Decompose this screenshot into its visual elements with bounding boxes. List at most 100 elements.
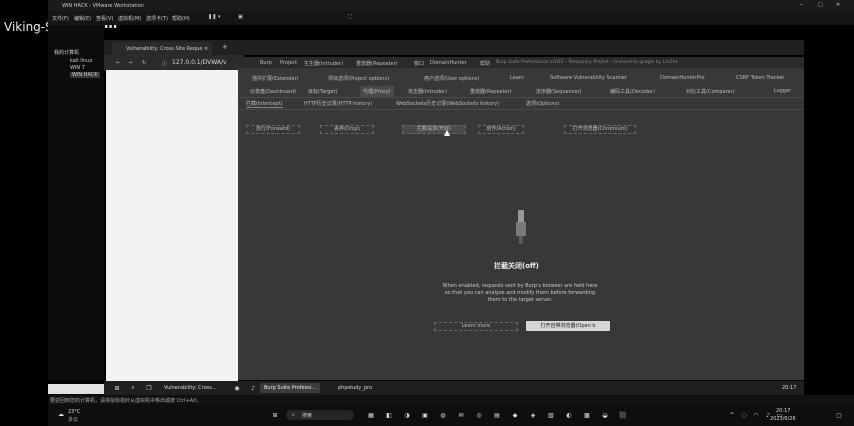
close-icon[interactable]: ✕	[836, 2, 840, 8]
pinned-app-icon-5[interactable]: ◍	[438, 410, 448, 420]
library-kali[interactable]: kali linux	[70, 58, 92, 64]
task-view-icon[interactable]: ❐	[144, 383, 154, 393]
drop-button[interactable]: 丢弃(Drop)	[320, 125, 374, 134]
library-win7[interactable]: WIN 7	[70, 65, 85, 71]
subtab-http-history[interactable]: HTTP历史记录(HTTP history)	[304, 100, 372, 107]
menu-item-edit[interactable]: 编辑(E)	[74, 15, 91, 22]
tab-dashboard[interactable]: 仪表盘(Dashboard)	[250, 88, 296, 95]
burp-menu-burp[interactable]: Burp	[260, 60, 272, 66]
pinned-app-icon-11[interactable]: ▧	[546, 410, 556, 420]
browser-tab-title: Vulnerability: Cross Site Reque	[126, 46, 203, 52]
learn-more-button[interactable]: Learn more	[434, 322, 518, 331]
pinned-app-icon-7[interactable]: ◎	[474, 410, 484, 420]
pinned-app-icon-3[interactable]: ◑	[402, 410, 412, 420]
tray-icon-2[interactable]: ◌	[740, 410, 748, 420]
intercept-toggle-button[interactable]: 拦截请求(开启)	[402, 125, 466, 134]
chrome-icon[interactable]: ◉	[232, 383, 242, 393]
tray-icon-1[interactable]: ^	[728, 410, 736, 420]
maximize-icon[interactable]: □	[818, 2, 823, 8]
windows-start-icon[interactable]: ⊞	[112, 383, 122, 393]
intercept-off-illustration	[514, 210, 528, 244]
reload-icon[interactable]: ↻	[142, 60, 146, 66]
tab-domainhunterpro[interactable]: DomainHunterPro	[660, 75, 705, 81]
subtab-websockets-history[interactable]: WebSockets历史记录(WebSockets history)	[396, 100, 499, 107]
forward-button[interactable]: 放行(Forward)	[246, 125, 300, 134]
tab-vuln-scanner[interactable]: Software Vulnerability Scanner	[550, 75, 627, 81]
burp-menu-intruder[interactable]: 生生器(Intruder)	[304, 60, 343, 67]
tab-intruder[interactable]: 攻击器(Intruder)	[408, 88, 447, 95]
open-browser-button[interactable]: 打开浏览器(Chromium)	[564, 125, 636, 134]
pinned-app-icon-8[interactable]: ▤	[492, 410, 502, 420]
pinned-app-icon-1[interactable]: ▦	[366, 410, 376, 420]
pinned-app-icon-4[interactable]: ▣	[420, 410, 430, 420]
intercept-desc-line3: them to the target server.	[487, 297, 553, 303]
intercept-desc-line1: When enabled, requests sent by Burp's br…	[442, 283, 598, 289]
pinned-app-icon-12[interactable]: ◐	[564, 410, 574, 420]
tab-repeater[interactable]: 重放器(Repeater)	[470, 88, 512, 95]
tab-csrf-token-tracker[interactable]: CSRF Token Tracker	[736, 75, 784, 81]
search-icon[interactable]: ⌕	[128, 383, 138, 393]
tab-decoder[interactable]: 编码工具(Decoder)	[610, 88, 655, 95]
tab-close-icon[interactable]: ✕	[204, 46, 208, 52]
intercept-status-title: 拦截关闭(off)	[494, 262, 539, 270]
burp-menu-repeater[interactable]: 重放器(Repeater)	[356, 60, 398, 67]
weather-icon[interactable]: ☁	[56, 409, 66, 419]
burp-menu-project[interactable]: Project	[280, 60, 297, 66]
tab-project-options[interactable]: 项目选项(Project options)	[328, 75, 389, 82]
new-tab-button[interactable]: +	[222, 43, 228, 51]
weather-temp: 23°C	[68, 409, 81, 415]
menu-item-tabs[interactable]: 选项卡(T)	[146, 15, 168, 22]
minimize-icon[interactable]: ─	[800, 2, 803, 8]
pinned-app-icon-6[interactable]: ✉	[456, 410, 466, 420]
menu-item-file[interactable]: 文件(F)	[52, 15, 69, 22]
burp-tabs-row1: 插件扩展(Extender) 项目选项(Project options) 用户选…	[238, 73, 804, 83]
menu-item-view[interactable]: 查看(V)	[96, 15, 113, 22]
tab-target[interactable]: 目标(Target)	[308, 88, 337, 95]
notification-icon[interactable]: ▢	[834, 410, 844, 420]
action-button[interactable]: 动作(Action)	[478, 125, 524, 134]
tab-learn[interactable]: Learn	[510, 75, 524, 81]
burp-tabs-row2: 仪表盘(Dashboard) 目标(Target) 代理(Proxy) 攻击器(…	[238, 85, 804, 98]
host-start-icon[interactable]: ⊞	[270, 410, 280, 420]
library-win-hack[interactable]: WIN HACK	[70, 72, 100, 78]
burp-menu-window[interactable]: 窗口	[414, 60, 424, 67]
browser-viewport	[106, 70, 238, 382]
vmware-thumbnail[interactable]	[48, 384, 104, 394]
pinned-app-icon-10[interactable]: ◈	[528, 410, 538, 420]
pinned-app-icon-14[interactable]: ◒	[600, 410, 610, 420]
mouse-cursor-icon: ▲	[444, 128, 451, 137]
menu-item-help[interactable]: 帮助(H)	[172, 15, 190, 22]
menu-item-vm[interactable]: 虚拟机(M)	[118, 15, 141, 22]
open-embedded-browser-button[interactable]: 打开自带浏览器(Open b	[526, 321, 610, 331]
burp-menu-help[interactable]: 帮助	[480, 60, 490, 67]
subtab-options[interactable]: 选项(Options)	[526, 100, 559, 107]
fullscreen-icon[interactable]: ⛶	[348, 14, 352, 20]
library-my-computer[interactable]: 我的计算机	[54, 49, 79, 56]
wifi-icon[interactable]: ◠	[752, 410, 760, 420]
tab-sequencer[interactable]: 定序器(Sequencer)	[536, 88, 582, 95]
burp-menu-domainhunter[interactable]: DomainHunter	[430, 60, 467, 66]
pinned-app-icon-9[interactable]: ◆	[510, 410, 520, 420]
pinned-app-icon-15[interactable]: ⬛	[618, 410, 628, 420]
tab-proxy[interactable]: 代理(Proxy)	[360, 86, 394, 97]
sound-icon[interactable]: ♪	[248, 383, 258, 393]
tab-extender[interactable]: 插件扩展(Extender)	[252, 75, 299, 82]
forward-icon[interactable]: →	[128, 60, 132, 66]
intercept-description: When enabled, requests sent by Burp's br…	[410, 283, 630, 304]
taskbar-item-burp[interactable]: Burp Suite Professi...	[260, 383, 320, 393]
subtab-intercept[interactable]: 拦截(Intercept)	[246, 100, 283, 108]
host-taskbar: ☁ 23°C 多云 ⊞ ⌕ 搜索 ▦ ◧ ◑ ▣ ◍ ✉ ◎ ▤ ◆ ◈ ▧ ◐…	[48, 405, 854, 426]
host-search-box[interactable]: ⌕ 搜索	[286, 410, 354, 420]
pinned-app-icon-13[interactable]: ▩	[582, 410, 592, 420]
taskbar-item-phpstudy[interactable]: phpstudy_pro	[338, 385, 372, 391]
pause-icon[interactable]: ❚❚ ▾	[208, 14, 220, 20]
browser-tab[interactable]: Vulnerability: Cross Site Reque ✕	[112, 42, 212, 55]
tab-comparer[interactable]: 对比工具(Comparer)	[686, 88, 735, 95]
snapshot-icon[interactable]: ▣	[238, 14, 243, 20]
tab-user-options[interactable]: 用户选项(User options)	[424, 75, 479, 82]
tab-logger[interactable]: Logger	[774, 88, 791, 94]
pinned-app-icon-2[interactable]: ◧	[384, 410, 394, 420]
url-bar[interactable]: 127.0.0.1/DVWA/v	[172, 59, 227, 66]
taskbar-item-browser[interactable]: Vulnerability: Cross...	[164, 385, 217, 391]
back-icon[interactable]: ←	[116, 60, 120, 66]
